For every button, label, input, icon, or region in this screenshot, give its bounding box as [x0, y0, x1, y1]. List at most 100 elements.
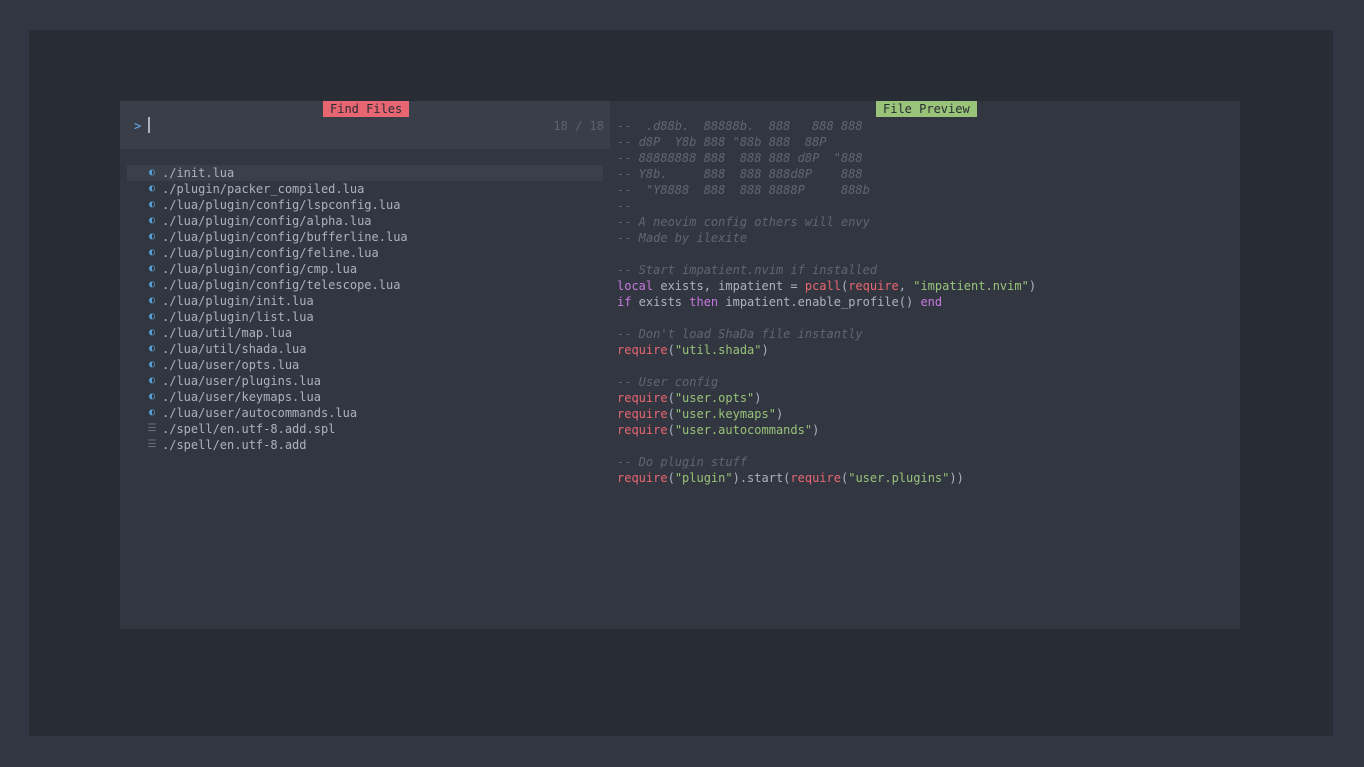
- preview-line: require("user.opts"): [617, 390, 1232, 406]
- code-token: require: [848, 279, 899, 293]
- result-item[interactable]: ◐ ./plugin/packer_compiled.lua: [127, 181, 603, 197]
- lua-icon: ◐: [148, 263, 156, 274]
- code-token: -- Do plugin stuff: [617, 455, 748, 469]
- result-item[interactable]: ◐ ./lua/plugin/init.lua: [127, 293, 603, 309]
- result-item[interactable]: ◐ ./lua/user/opts.lua: [127, 357, 603, 373]
- result-path: ./lua/util/shada.lua: [162, 342, 307, 356]
- code-token: (: [667, 423, 675, 437]
- lua-icon: ◐: [148, 359, 156, 370]
- lua-icon: ◐: [148, 343, 156, 354]
- result-item[interactable]: ◐ ./lua/plugin/config/alpha.lua: [127, 213, 603, 229]
- result-item[interactable]: ◐ ./lua/util/map.lua: [127, 325, 603, 341]
- result-item[interactable]: ◐ ./lua/plugin/config/lspconfig.lua: [127, 197, 603, 213]
- search-input-cursor[interactable]: [148, 117, 150, 133]
- code-token: "plugin": [674, 471, 733, 485]
- result-path: ./spell/en.utf-8.add: [162, 438, 307, 452]
- code-token: ,: [898, 279, 914, 293]
- preview-line: -- Y8b. 888 888 888d8P 888: [617, 166, 1232, 182]
- file-icon: ☰: [147, 423, 157, 434]
- file-preview: -- .d88b. 88888b. 888 888 888 -- d8P Y8b …: [617, 118, 1232, 486]
- file-icon: ☰: [147, 439, 157, 450]
- result-item[interactable]: ☰ ./spell/en.utf-8.add.spl: [127, 421, 603, 437]
- code-token: -- Don't load ShaDa file instantly: [617, 327, 863, 341]
- lua-icon: ◐: [148, 247, 156, 258]
- code-token: "user.plugins": [848, 471, 950, 485]
- result-path: ./lua/plugin/config/alpha.lua: [162, 214, 372, 228]
- code-token: require: [617, 407, 668, 421]
- result-item[interactable]: ◐ ./lua/plugin/config/bufferline.lua: [127, 229, 603, 245]
- preview-line: -- "Y8888 888 888 8888P 888b: [617, 182, 1232, 198]
- code-token: pcall: [804, 279, 841, 293]
- result-item[interactable]: ◐ ./lua/user/keymaps.lua: [127, 389, 603, 405]
- code-token: ): [812, 423, 820, 437]
- code-token: end: [920, 295, 943, 309]
- code-token: local: [617, 279, 654, 293]
- result-item[interactable]: ◐ ./lua/user/autocommands.lua: [127, 405, 603, 421]
- result-item[interactable]: ☰ ./spell/en.utf-8.add: [127, 437, 603, 453]
- preview-line: require("plugin").start(require("user.pl…: [617, 470, 1232, 486]
- result-path: ./lua/util/map.lua: [162, 326, 293, 340]
- result-path: ./lua/user/autocommands.lua: [162, 406, 358, 420]
- preview-line: require("user.autocommands"): [617, 422, 1232, 438]
- code-token: require: [617, 391, 668, 405]
- result-item[interactable]: ◐ ./lua/plugin/list.lua: [127, 309, 603, 325]
- code-token: (: [667, 343, 675, 357]
- result-item[interactable]: ◐ ./lua/plugin/config/cmp.lua: [127, 261, 603, 277]
- code-token: (: [667, 471, 675, 485]
- prompt-prefix: >: [134, 119, 142, 133]
- result-path: ./plugin/packer_compiled.lua: [162, 182, 365, 196]
- code-token: -- Made by ilexite: [617, 231, 748, 245]
- code-token: exists, impatient =: [653, 279, 805, 293]
- preview-line: -- A neovim config others will envy: [617, 214, 1232, 230]
- preview-line: -- Do plugin stuff: [617, 454, 1232, 470]
- result-path: ./lua/plugin/init.lua: [162, 294, 314, 308]
- code-token: ): [1028, 279, 1037, 293]
- lua-icon: ◐: [148, 407, 156, 418]
- lua-icon: ◐: [148, 167, 156, 178]
- lua-icon: ◐: [148, 215, 156, 226]
- preview-line: require("util.shada"): [617, 342, 1232, 358]
- code-token: ): [775, 407, 784, 421]
- result-item[interactable]: ◐ ./lua/plugin/config/telescope.lua: [127, 277, 603, 293]
- lua-icon: ◐: [148, 391, 156, 402]
- result-item[interactable]: ◐ ./lua/util/shada.lua: [127, 341, 603, 357]
- preview-line: -- Don't load ShaDa file instantly: [617, 326, 1232, 342]
- preview-line: local exists, impatient = pcall(require,…: [617, 278, 1232, 294]
- result-path: ./lua/plugin/config/telescope.lua: [162, 278, 401, 292]
- preview-line: --: [617, 198, 1232, 214]
- result-item[interactable]: ◐ ./lua/plugin/config/feline.lua: [127, 245, 603, 261]
- code-token: -- .d88b. 88888b. 888 888 888: [617, 119, 863, 133]
- code-token: (: [667, 391, 675, 405]
- preview-line: -- .d88b. 88888b. 888 888 888: [617, 118, 1232, 134]
- preview-line: -- 88888888 888 888 888 d8P "888: [617, 150, 1232, 166]
- code-token: exists: [631, 295, 690, 309]
- code-token: ): [761, 343, 769, 357]
- result-item[interactable]: ◐ ./lua/user/plugins.lua: [127, 373, 603, 389]
- preview-line: -- Made by ilexite: [617, 230, 1232, 246]
- preview-line: [617, 310, 1232, 326]
- preview-line: -- Start impatient.nvim if installed: [617, 262, 1232, 278]
- result-path: ./lua/user/opts.lua: [162, 358, 300, 372]
- lua-icon: ◐: [148, 375, 156, 386]
- results-list: ◐ ./init.lua ◐ ./plugin/packer_compiled.lua…: [127, 165, 603, 453]
- code-token: -- Start impatient.nvim if installed: [617, 263, 878, 277]
- code-token: -- Y8b. 888 888 888d8P 888: [617, 167, 863, 181]
- result-path: ./init.lua: [162, 166, 235, 180]
- code-token: -- "Y8888 888 888 8888P 888b: [617, 183, 870, 197]
- result-counter: 18 / 18: [553, 119, 604, 133]
- code-token: "user.opts": [674, 391, 755, 405]
- code-token: -- 88888888 888 888 888 d8P "888: [617, 151, 863, 165]
- file-preview-title: File Preview: [876, 101, 977, 117]
- result-path: ./lua/plugin/config/bufferline.lua: [162, 230, 408, 244]
- code-token: "util.shada": [674, 343, 762, 357]
- code-token: require: [617, 343, 668, 357]
- code-token: require: [617, 423, 668, 437]
- code-token: if: [617, 295, 632, 309]
- code-token: "user.keymaps": [674, 407, 776, 421]
- preview-line: [617, 358, 1232, 374]
- lua-icon: ◐: [148, 279, 156, 290]
- preview-line: -- User config: [617, 374, 1232, 390]
- result-path: ./lua/plugin/list.lua: [162, 310, 314, 324]
- result-path: ./lua/user/plugins.lua: [162, 374, 321, 388]
- result-item[interactable]: ◐ ./init.lua: [127, 165, 603, 181]
